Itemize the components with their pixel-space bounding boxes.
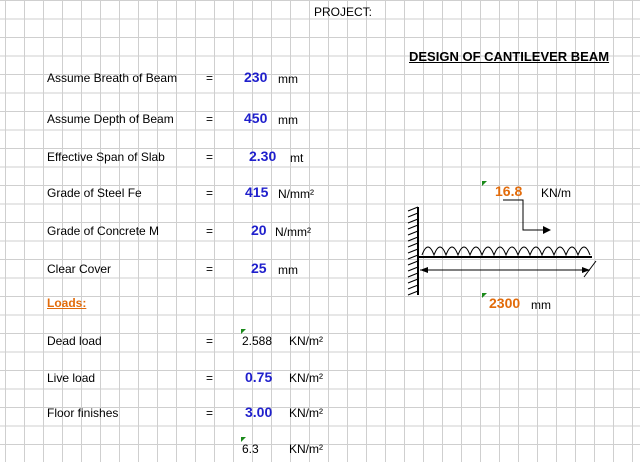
sheet-title: DESIGN OF CANTILEVER BEAM [409,49,610,64]
steel-grade-unit: N/mm² [278,187,314,201]
total-load-value[interactable]: 6.3 [242,441,259,457]
live-load-unit: KN/m² [289,371,323,385]
live-load-label: Live load [47,371,96,385]
live-load-eq: = [206,371,214,385]
cover-unit: mm [278,263,298,277]
steel-grade-eq: = [206,186,214,200]
dead-load-eq: = [206,334,214,348]
steel-grade-value[interactable]: 415 [245,184,268,200]
project-label: PROJECT: [314,5,373,19]
span-value[interactable]: 2.30 [249,148,276,164]
depth-label: Assume Depth of Beam [47,112,174,126]
breadth-label: Assume Breath of Beam [47,71,178,85]
steel-grade-label: Grade of Steel Fe [47,186,142,200]
floor-finish-label: Floor finishes [47,406,119,420]
wall-hatching [407,206,419,296]
breadth-value[interactable]: 230 [244,69,267,85]
udl-load-icon [421,246,591,257]
floor-finish-eq: = [206,406,214,420]
breadth-eq: = [206,71,214,85]
concrete-grade-value[interactable]: 20 [251,222,267,238]
breadth-unit: mm [278,72,298,86]
load-arrow-icon [503,199,543,231]
span-label: Effective Span of Slab [47,150,165,164]
depth-value[interactable]: 450 [244,110,267,126]
depth-unit: mm [278,113,298,127]
floor-finish-unit: KN/m² [289,406,323,420]
dead-load-label: Dead load [47,334,102,348]
concrete-grade-eq: = [206,224,214,238]
span-eq: = [206,150,214,164]
arrow-head-icon [543,226,551,234]
floor-finish-value[interactable]: 3.00 [245,404,272,420]
total-load-unit: KN/m² [289,442,323,456]
loads-heading: Loads: [47,296,87,310]
dead-load-unit: KN/m² [289,334,323,348]
live-load-value[interactable]: 0.75 [245,369,272,385]
dead-load-value[interactable]: 2.588 [242,333,272,349]
cover-eq: = [206,262,214,276]
cover-label: Clear Cover [47,262,112,276]
cantilever-beam-diagram [407,199,597,296]
concrete-grade-label: Grade of Concrete M [47,224,160,238]
depth-eq: = [206,112,214,126]
concrete-grade-unit: N/mm² [275,225,311,239]
comment-marker-icon [482,181,487,186]
span-unit: mt [290,151,304,165]
cover-value[interactable]: 25 [251,260,267,276]
